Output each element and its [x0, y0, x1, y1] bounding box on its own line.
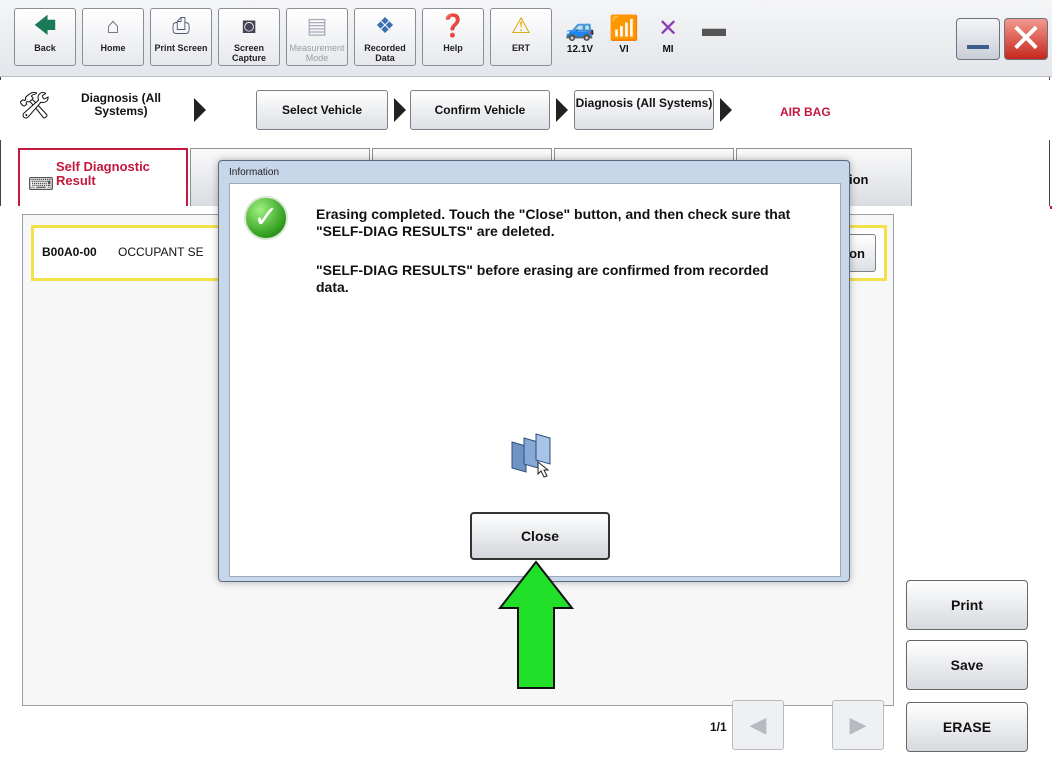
checkmark-icon: ✓ — [244, 196, 288, 240]
home-icon: ⌂ — [106, 13, 120, 38]
dtc-code: B00A0-00 — [42, 245, 97, 259]
signal-icon: 📶 — [609, 15, 639, 42]
mechanic-icon: 🛠 — [18, 90, 52, 120]
help-icon: ❓ — [439, 13, 467, 38]
minimize-button[interactable] — [956, 18, 1000, 60]
diagnostic-icon: ⌨ — [28, 174, 54, 194]
meter-icon: ▤ — [306, 13, 328, 38]
triangle-left-icon: ◀ — [749, 712, 767, 737]
diagnosis-all-systems-button[interactable]: Diagnosis (All Systems) — [574, 90, 714, 130]
page-indicator: 1/1 — [710, 720, 727, 734]
battery-icon: ▬ — [702, 15, 726, 42]
back-arrow-icon: 🡄 — [33, 13, 57, 38]
battery-status: 🚙 12.1V — [556, 14, 604, 55]
dialog-message-1: Erasing completed. Touch the "Close" but… — [316, 206, 791, 239]
vi-status: 📶 VI — [600, 14, 648, 55]
x-mark-icon: ✕ — [657, 15, 679, 42]
prev-page-button[interactable]: ◀ — [732, 700, 784, 750]
print-button[interactable]: Print — [906, 580, 1028, 630]
breadcrumb-arrow-icon — [720, 98, 732, 122]
screen-capture-button[interactable]: ◙ Screen Capture — [218, 8, 280, 66]
select-vehicle-button[interactable]: Select Vehicle — [256, 90, 388, 130]
next-page-button[interactable]: ▶ — [832, 700, 884, 750]
recorded-data-icon: ❖ — [375, 13, 395, 38]
breadcrumb-arrow-icon — [194, 98, 206, 122]
dtc-description: OCCUPANT SE — [118, 245, 204, 259]
help-button[interactable]: ❓ Help — [422, 8, 484, 66]
current-system: AIR BAG — [780, 105, 831, 119]
breadcrumb: 🛠 Diagnosis (All Systems) Select Vehicle… — [0, 80, 1052, 140]
camera-icon: ◙ — [242, 13, 256, 38]
recorded-data-button[interactable]: ❖ Recorded Data — [354, 8, 416, 66]
warning-icon: ⚠ — [511, 13, 531, 38]
dialog-body: ✓ Erasing completed. Touch the "Close" b… — [229, 183, 841, 577]
green-arrow-pointer — [497, 560, 575, 689]
home-button[interactable]: ⌂ Home — [82, 8, 144, 66]
dialog-message-2: "SELF-DIAG RESULTS" before erasing are c… — [316, 262, 769, 295]
erase-button[interactable]: ERASE — [906, 702, 1028, 752]
triangle-right-icon: ▶ — [849, 712, 867, 737]
close-icon: ✕ — [1009, 17, 1043, 61]
print-screen-button[interactable]: ⎙ Print Screen — [150, 8, 212, 66]
back-button[interactable]: 🡄 Back — [14, 8, 76, 66]
car-battery-icon: 🚙 — [565, 15, 595, 42]
processing-icon — [511, 433, 551, 478]
breadcrumb-diagnosis: Diagnosis (All Systems) — [80, 91, 161, 118]
breadcrumb-arrow-icon — [556, 98, 568, 122]
printer-icon: ⎙ — [172, 13, 190, 38]
device-status: ▬ — [690, 14, 738, 44]
ert-button[interactable]: ⚠ ERT — [490, 8, 552, 66]
breadcrumb-arrow-icon — [394, 98, 406, 122]
toolbar: 🡄 Back ⌂ Home ⎙ Print Screen ◙ Screen Ca… — [0, 0, 1052, 77]
dialog-title: Information — [229, 167, 280, 178]
tab-self-diagnostic-result[interactable]: ⌨ Self Diagnostic Result — [18, 148, 188, 210]
close-button[interactable]: Close — [470, 512, 610, 560]
measurement-mode-button[interactable]: ▤ Measurement Mode — [286, 8, 348, 66]
information-dialog: Information ✓ Erasing completed. Touch t… — [218, 160, 850, 582]
confirm-vehicle-button[interactable]: Confirm Vehicle — [410, 90, 550, 130]
save-button[interactable]: Save — [906, 640, 1028, 690]
close-window-button[interactable]: ✕ — [1004, 18, 1048, 60]
mi-status: ✕ MI — [644, 14, 692, 55]
